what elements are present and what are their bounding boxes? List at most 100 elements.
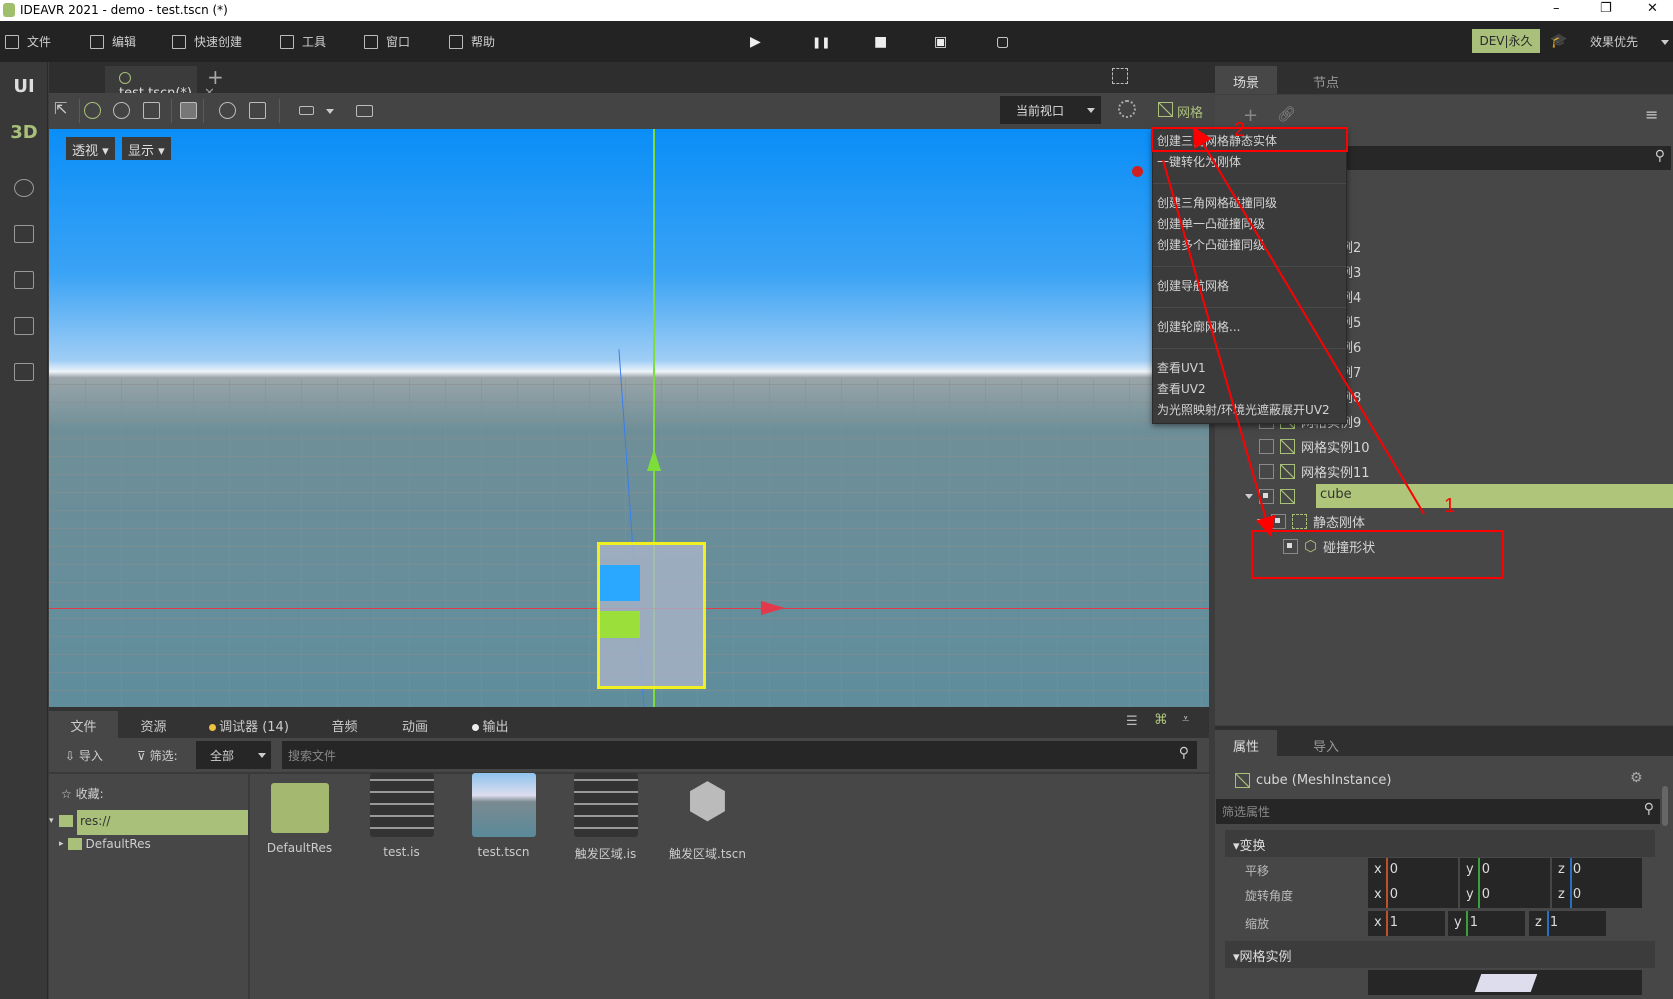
tree-node[interactable]: 网格实例11 [1259, 459, 1370, 483]
menu-item[interactable]: 为光照映射/环境光遮蔽展开UV2 [1157, 401, 1330, 418]
add-node-icon[interactable]: + [1243, 105, 1258, 126]
menu-item[interactable]: 创建单一凸碰撞同级 [1157, 215, 1265, 232]
3d-viewport[interactable]: 透视 ▾ 显示 ▾ [49, 129, 1209, 707]
transform-z-field[interactable]: z0 [1552, 883, 1642, 908]
3d-mode-button[interactable]: 3D [0, 122, 48, 143]
file-item[interactable]: ⬢ 触发区域.tscn [660, 773, 755, 862]
chevron-down-icon[interactable] [326, 109, 334, 114]
transform-z-field[interactable]: z0 [1552, 858, 1642, 883]
transform-y-field[interactable]: y1 [1448, 911, 1525, 936]
grid-view-icon[interactable]: ⌘ [1154, 712, 1168, 728]
file-item[interactable]: DefaultRes [252, 773, 347, 855]
bottom-tab-3[interactable]: 音频 [309, 711, 380, 738]
transform-x-field[interactable]: x1 [1368, 911, 1445, 936]
cube-object[interactable] [597, 542, 706, 689]
menu-4[interactable]: 窗口 [364, 33, 410, 50]
move-tool-icon[interactable] [84, 102, 101, 119]
file-item[interactable]: 触发区域.is [558, 773, 653, 862]
menu-0[interactable]: 文件 [5, 33, 51, 50]
play-scene-button[interactable]: ▣ [934, 34, 947, 50]
menu-item[interactable]: 创建多个凸碰撞同级 [1157, 236, 1265, 253]
perspective-dropdown[interactable]: 透视 ▾ [66, 137, 115, 160]
property-filter-input[interactable]: 筛选属性 ⚲ [1216, 799, 1660, 824]
visibility-checkbox[interactable] [1259, 438, 1274, 454]
settings-panel-icon[interactable] [14, 271, 34, 289]
transform-y-field[interactable]: y0 [1460, 883, 1550, 908]
viewport-select-dropdown[interactable]: 当前视口 [1000, 96, 1101, 124]
tree-node[interactable]: 网格实例10 [1259, 434, 1370, 458]
path-icon[interactable] [14, 179, 34, 197]
menu-item[interactable]: 查看UV1 [1157, 359, 1206, 376]
visibility-checkbox[interactable] [1259, 488, 1274, 504]
move-gizmo-y-arrow[interactable] [647, 449, 661, 471]
visibility-checkbox[interactable] [1283, 538, 1298, 554]
fullscreen-icon[interactable] [1112, 68, 1128, 84]
tree-item-defaultres[interactable]: ▸ DefaultRes [59, 837, 151, 851]
object-settings-icon[interactable]: ⚙ [1630, 770, 1643, 786]
link-icon[interactable]: 🔗︎ [1277, 105, 1296, 123]
transform-x-field[interactable]: x0 [1368, 883, 1458, 908]
expand-arrow-icon[interactable] [1245, 493, 1253, 499]
select-tool-icon[interactable]: ⇱ [54, 99, 71, 118]
file-search-input[interactable]: 搜索文件 ⚲ [282, 741, 1197, 769]
scale-tool-icon[interactable] [143, 102, 160, 119]
file-type-dropdown[interactable]: 全部 [196, 741, 271, 769]
tree-node[interactable]: cube [1245, 484, 1673, 508]
menu-item[interactable]: 一键转化为刚体 [1157, 153, 1241, 170]
tab-test-tscn[interactable]: test.tscn(*)✕ [105, 66, 215, 101]
menu-item[interactable]: 创建三角网格碰撞同级 [1157, 194, 1277, 211]
tree-node[interactable]: ⬡ 碰撞形状 [1283, 534, 1375, 558]
transform-z-field[interactable]: z1 [1529, 911, 1606, 936]
bottom-tab-2[interactable]: 调试器 (14) [189, 711, 309, 738]
mesh-instance-section[interactable]: ▾网格实例 [1225, 941, 1655, 968]
menu-item[interactable]: 创建三角网格静态实体 [1157, 132, 1277, 149]
stop-button[interactable]: ■ [874, 34, 887, 50]
import-button[interactable]: ⇩ 导入 [65, 747, 103, 764]
bottom-tab-4[interactable]: 动画 [380, 711, 450, 738]
snap-icon[interactable] [249, 102, 266, 119]
visibility-checkbox[interactable] [1271, 513, 1286, 529]
minimize-button[interactable]: – [1553, 1, 1560, 16]
document-icon[interactable] [14, 363, 34, 381]
local-space-icon[interactable] [219, 102, 236, 119]
menu-icon[interactable]: ≡ [1645, 105, 1658, 124]
transform-section[interactable]: ▾变换 [1225, 830, 1655, 857]
mesh-preview[interactable] [1368, 970, 1642, 995]
rotate-tool-icon[interactable] [113, 102, 130, 119]
menu-5[interactable]: 帮助 [449, 33, 495, 50]
tree-item-res[interactable]: ▾ res:// [49, 810, 248, 835]
menu-1[interactable]: 编辑 [90, 33, 136, 50]
move-gizmo-x-arrow[interactable] [761, 601, 785, 615]
menu-3[interactable]: 工具 [280, 33, 326, 50]
menu-item[interactable]: 查看UV2 [1157, 380, 1206, 397]
tab-import[interactable]: 导入 [1295, 730, 1357, 758]
collapse-panel-icon[interactable]: ⩡ [1182, 712, 1189, 727]
group-select-icon[interactable] [180, 102, 197, 119]
bottom-tab-5[interactable]: 输出 [450, 711, 531, 738]
list-view-icon[interactable]: ☰ [1126, 714, 1138, 729]
tab-node[interactable]: 节点 [1295, 66, 1357, 94]
file-item[interactable]: test.is [354, 773, 449, 859]
learn-icon[interactable]: 🎓 [1550, 33, 1567, 49]
scene-filter-input[interactable]: ⚲ [1343, 146, 1671, 170]
tree-node[interactable]: 静态刚体 [1257, 509, 1365, 533]
close-button[interactable]: ✕ [1647, 1, 1658, 16]
ruler-icon[interactable] [299, 106, 314, 115]
pause-button[interactable]: ❚❚ [812, 36, 830, 49]
play-custom-scene-button[interactable]: ▢ [996, 34, 1009, 50]
store-icon[interactable] [14, 225, 34, 243]
restore-button[interactable]: ❐ [1600, 1, 1612, 16]
transform-y-field[interactable]: y0 [1460, 858, 1550, 883]
menu-item[interactable]: 创建导航网格 [1157, 277, 1229, 294]
file-item[interactable]: test.tscn [456, 773, 551, 859]
expand-arrow-icon[interactable] [1257, 518, 1265, 524]
gear-icon[interactable] [1118, 100, 1136, 118]
add-tab-button[interactable]: + [207, 65, 224, 89]
tab-properties[interactable]: 属性 [1215, 730, 1278, 758]
menu-item[interactable]: 创建轮廓网格... [1157, 318, 1240, 335]
bottom-tab-1[interactable]: 资源 [118, 711, 189, 738]
favorites-item[interactable]: ☆ 收藏: [61, 785, 104, 802]
quality-dropdown[interactable]: 效果优先 [1590, 33, 1638, 50]
export-icon[interactable] [14, 317, 34, 335]
ui-mode-button[interactable]: UI [0, 76, 48, 97]
